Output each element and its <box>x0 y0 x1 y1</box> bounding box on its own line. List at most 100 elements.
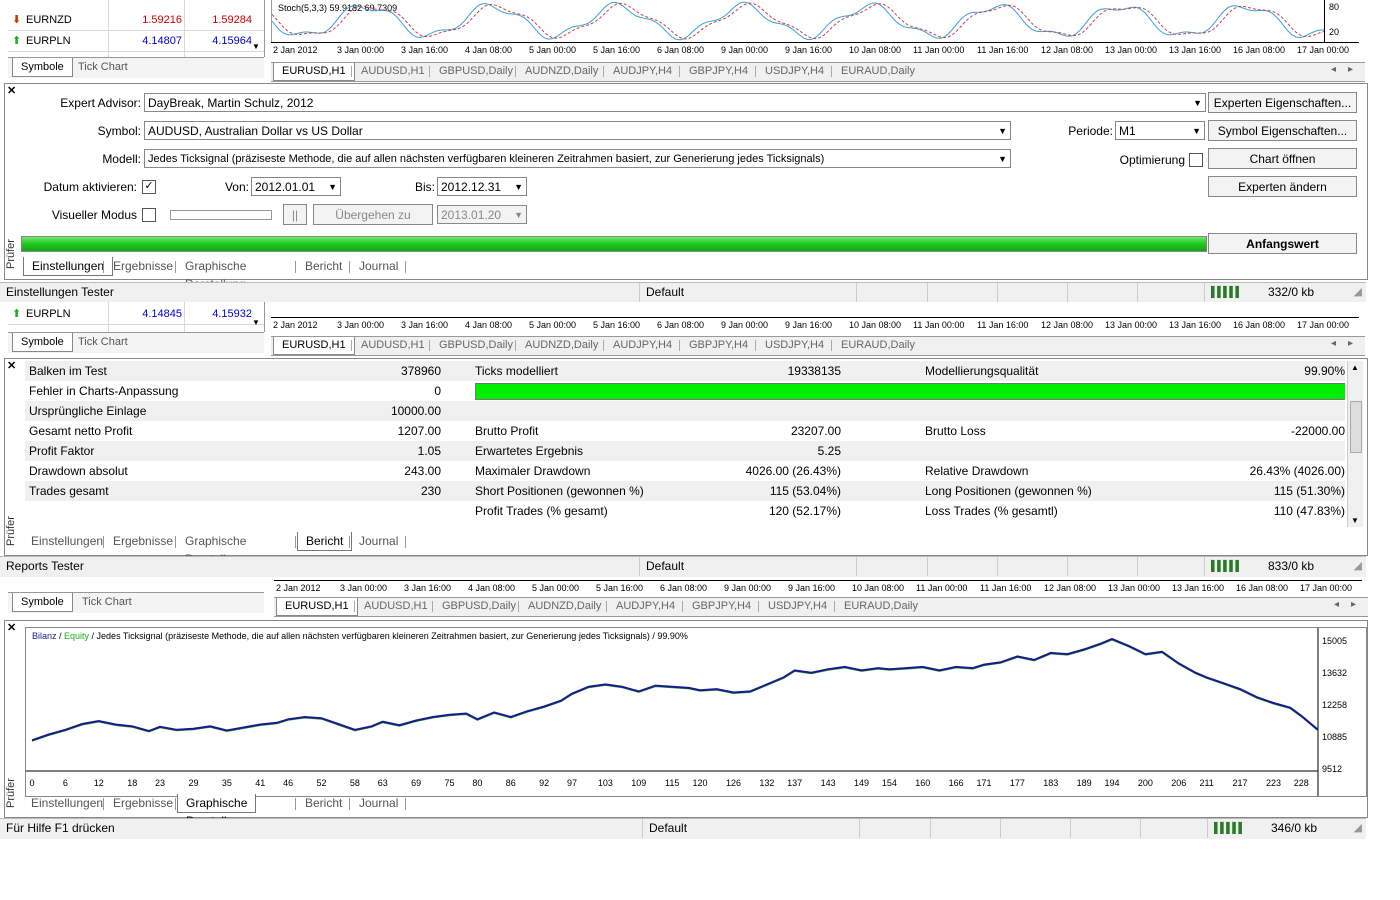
chart-tab[interactable]: EURAUD,Daily <box>833 337 923 354</box>
market-watch-row[interactable]: ⬆ EURPLN 4.14845 4.15932 <box>8 304 264 325</box>
visual-mode-checkbox[interactable] <box>142 208 156 222</box>
market-watch-row[interactable]: ⬇ EURNZD 1.59216 1.59284 <box>8 10 264 31</box>
start-button[interactable]: Anfangswert <box>1208 233 1357 254</box>
chart-tab[interactable]: EURUSD,H1 <box>273 337 355 355</box>
chart-tab[interactable]: AUDNZD,Daily <box>517 63 606 80</box>
market-watch-row[interactable]: ⬆ EURPLN 4.14807 4.15964 <box>8 31 264 52</box>
tester-tab[interactable]: Journal <box>351 532 406 550</box>
chart-tab[interactable]: GBPUSD,Daily <box>434 598 524 615</box>
skip-to-date-picker[interactable]: 2013.01.20 ▼ <box>437 205 527 224</box>
chart-tab[interactable]: GBPJPY,H4 <box>681 63 756 80</box>
tester-tab[interactable]: Ergebnisse <box>105 532 181 550</box>
chart-tab[interactable]: GBPJPY,H4 <box>681 337 756 354</box>
scroll-up-icon[interactable]: ▲ <box>1351 363 1359 372</box>
stochastic-indicator-pane[interactable]: Stoch(5,3,3) 59.9182 69.7309 <box>271 0 1325 42</box>
ea-value: DayBreak, Martin Schulz, 2012 <box>148 96 314 110</box>
to-date-picker[interactable]: 2012.12.31 ▼ <box>437 177 527 196</box>
chart-tab[interactable]: USDJPY,H4 <box>757 337 832 354</box>
tab-scroll-arrows-icon[interactable]: ◂▸ <box>1331 64 1365 75</box>
time-axis-label: 2 Jan 2012 <box>276 583 321 593</box>
chart-tab[interactable]: AUDJPY,H4 <box>605 63 680 80</box>
tester-tab[interactable]: Journal <box>351 794 406 812</box>
tester-tab[interactable]: Ergebnisse <box>105 794 181 812</box>
time-axis-label: 11 Jan 16:00 <box>977 320 1029 330</box>
chart-tab[interactable]: EURUSD,H1 <box>276 598 358 616</box>
skip-to-button[interactable]: Übergehen zu <box>313 204 433 225</box>
x-tick-label: 154 <box>882 778 897 788</box>
chart-tab[interactable]: EURAUD,Daily <box>836 598 926 615</box>
time-axis-label: 6 Jan 08:00 <box>657 45 705 55</box>
close-icon[interactable]: ✕ <box>7 621 16 634</box>
tester-tab[interactable]: Ergebnisse <box>105 257 181 275</box>
date-enable-checkbox[interactable]: ✓ <box>142 180 156 194</box>
model-select[interactable]: Jedes Ticksignal (präziseste Methode, di… <box>144 149 1011 168</box>
chart-tab[interactable]: AUDUSD,H1 <box>353 63 433 80</box>
period-select[interactable]: M1 ▼ <box>1115 121 1205 140</box>
chart-tab[interactable]: AUDJPY,H4 <box>608 598 683 615</box>
tester-tab[interactable]: Bericht <box>297 794 350 812</box>
optimization-checkbox[interactable] <box>1189 153 1203 167</box>
chart-tab[interactable]: AUDNZD,Daily <box>520 598 609 615</box>
resize-grip-icon[interactable]: ◢ <box>1354 821 1362 834</box>
resize-grip-icon[interactable]: ◢ <box>1354 559 1362 572</box>
tab-symbole[interactable]: Symbole <box>12 333 73 352</box>
tester-tab[interactable]: Journal <box>351 257 406 275</box>
expert-properties-button[interactable]: Experten Eigenschaften... <box>1208 92 1357 113</box>
chart-tab[interactable]: GBPJPY,H4 <box>684 598 759 615</box>
tester-tab[interactable]: Bericht <box>297 257 350 275</box>
time-axis-label: 12 Jan 08:00 <box>1041 45 1094 55</box>
tab-separator <box>831 340 832 351</box>
tab-symbole[interactable]: Symbole <box>12 593 73 612</box>
scroll-down-icon[interactable]: ▼ <box>252 42 260 51</box>
tester-tab[interactable]: Graphische Darstellung <box>177 532 254 566</box>
from-date-picker[interactable]: 2012.01.01 ▼ <box>251 177 341 196</box>
chart-tab[interactable]: USDJPY,H4 <box>760 598 835 615</box>
expert-advisor-select[interactable]: DayBreak, Martin Schulz, 2012 ▼ <box>144 93 1206 112</box>
balance-chart[interactable]: Bilanz / Equity / Jedes Ticksignal (präz… <box>25 627 1367 797</box>
chart-tab[interactable]: AUDJPY,H4 <box>605 337 680 354</box>
chart-tab[interactable]: EURUSD,H1 <box>273 63 355 81</box>
chart-tab[interactable]: AUDNZD,Daily <box>517 337 606 354</box>
symbol-properties-button[interactable]: Symbol Eigenschaften... <box>1208 120 1357 141</box>
chart-tab[interactable]: AUDUSD,H1 <box>356 598 436 615</box>
modify-expert-button[interactable]: Experten ändern <box>1208 176 1357 197</box>
report-row: Drawdown absolut 243.00 Maximaler Drawdown… <box>25 461 1345 481</box>
report-cell-c: Long Positionen (gewonnen %) <box>925 484 1092 498</box>
tester-tab[interactable]: Graphische Darstellung <box>177 794 257 828</box>
tab-separator <box>515 66 516 77</box>
tester-tab[interactable]: Einstellungen <box>23 532 111 550</box>
report-cell-av: 10000.00 <box>390 404 441 418</box>
scroll-down-icon[interactable]: ▼ <box>252 318 260 327</box>
chart-tab[interactable]: AUDUSD,H1 <box>353 337 433 354</box>
chart-tab[interactable]: EURAUD,Daily <box>833 63 923 80</box>
tab-scroll-arrows-icon[interactable]: ◂▸ <box>1334 599 1368 610</box>
x-tick-label: 0 <box>29 778 34 788</box>
chart-tab[interactable]: GBPUSD,Daily <box>431 63 521 80</box>
tab-tick-chart[interactable]: Tick Chart <box>70 333 136 351</box>
tester-tab[interactable]: Einstellungen <box>23 257 114 276</box>
close-icon[interactable]: ✕ <box>7 84 16 97</box>
chart-tab[interactable]: GBPUSD,Daily <box>431 337 521 354</box>
report-scrollbar[interactable]: ▲ ▼ <box>1347 361 1363 527</box>
tester-tab[interactable]: Bericht <box>297 532 353 551</box>
tab-tick-chart[interactable]: Tick Chart <box>74 593 140 611</box>
tab-scroll-arrows-icon[interactable]: ◂▸ <box>1331 338 1365 349</box>
scroll-down-icon[interactable]: ▼ <box>1351 516 1359 525</box>
tab-tick-chart[interactable]: Tick Chart <box>70 58 136 76</box>
resize-grip-icon[interactable]: ◢ <box>1354 285 1362 298</box>
chart-tab[interactable]: USDJPY,H4 <box>757 63 832 80</box>
tester-tab[interactable]: Graphische Darstellung <box>177 257 254 291</box>
symbol-select[interactable]: AUDUSD, Australian Dollar vs US Dollar ▼ <box>144 121 1011 140</box>
pause-button[interactable]: || <box>283 204 307 225</box>
scroll-thumb[interactable] <box>1350 401 1362 453</box>
report-cell-cv: 110 (47.83%) <box>1273 504 1345 518</box>
time-axis-label: 11 Jan 00:00 <box>913 45 965 55</box>
speed-slider[interactable] <box>170 210 272 220</box>
open-chart-button[interactable]: Chart öffnen <box>1208 148 1357 169</box>
tester-tab[interactable]: Einstellungen <box>23 794 111 812</box>
report-cell-c: Loss Trades (% gesamtl) <box>925 504 1058 518</box>
time-axis: 2 Jan 2012 3 Jan 00:00 3 Jan 16:00 4 Jan 08… <box>271 42 1359 57</box>
tab-separator <box>175 261 176 273</box>
tab-symbole[interactable]: Symbole <box>12 58 73 77</box>
axis-level-80: 80 <box>1329 2 1340 12</box>
